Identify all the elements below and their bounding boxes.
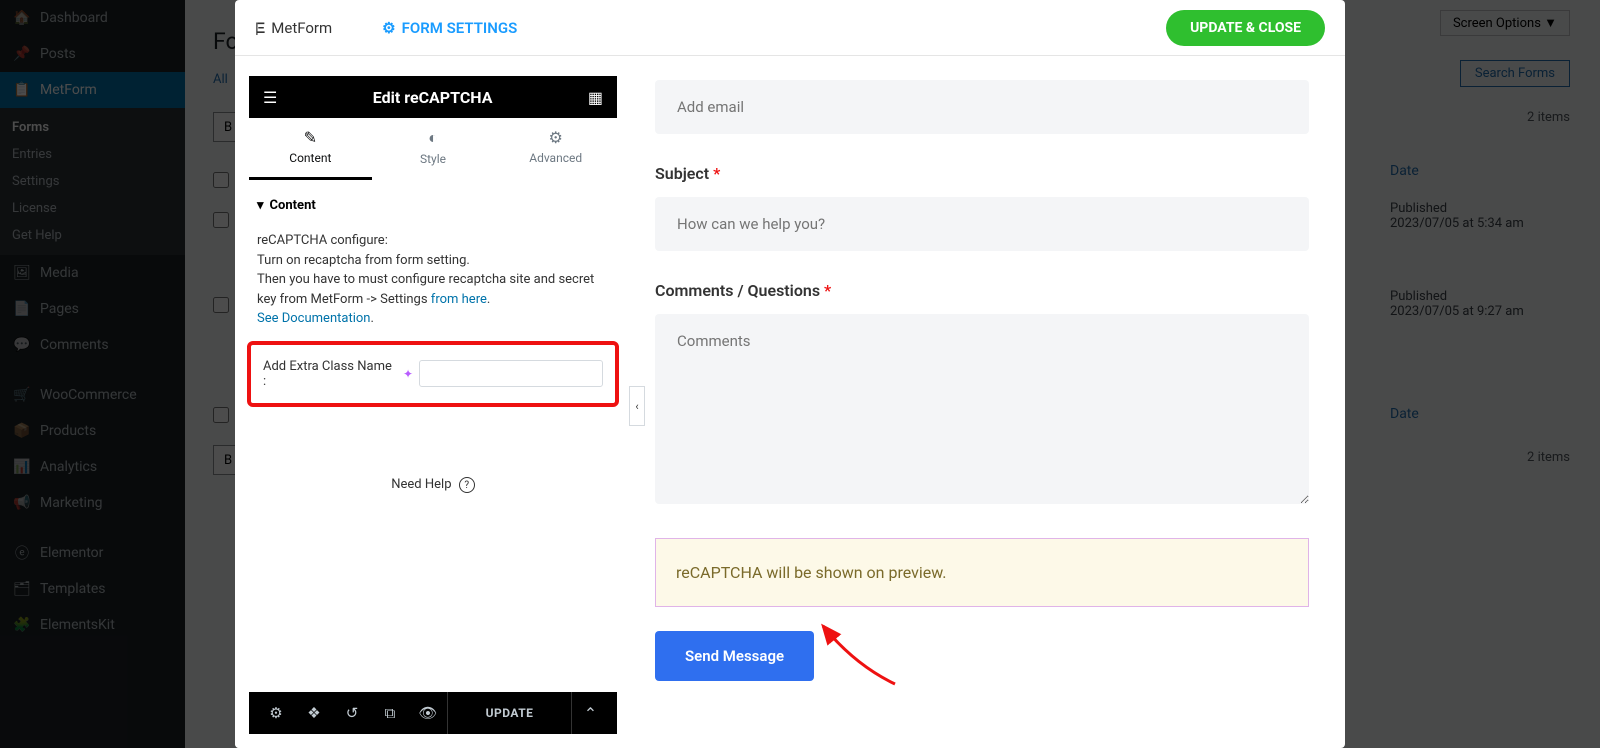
- modal-body: ☰ Edit reCAPTCHA ▦ ✎Content ◐Style ⚙Adva…: [235, 56, 1345, 748]
- tab-style[interactable]: ◐Style: [372, 118, 495, 180]
- panel-title: Edit reCAPTCHA: [373, 88, 493, 107]
- gear-icon: ⚙: [382, 19, 395, 37]
- subject-field-wrap: Subject *: [655, 164, 1309, 251]
- recaptcha-info-text: reCAPTCHA configure: Turn on recaptcha f…: [257, 231, 609, 329]
- comments-field-wrap: Comments / Questions *: [655, 281, 1309, 508]
- form-settings-link[interactable]: ⚙FORM SETTINGS: [382, 19, 517, 37]
- extra-class-field-highlight: Add Extra Class Name : ✦: [247, 341, 619, 407]
- navigator-icon[interactable]: ❖: [295, 704, 333, 722]
- elementor-logo-icon: |Ξ: [255, 19, 263, 37]
- contrast-icon: ◐: [372, 128, 495, 148]
- comments-textarea[interactable]: [655, 314, 1309, 504]
- panel-footer: ⚙ ❖ ↺ ⧉ 👁 UPDATE ⌃: [249, 692, 617, 734]
- email-input[interactable]: [655, 80, 1309, 134]
- extra-class-label: Add Extra Class Name :: [263, 359, 397, 389]
- section-content-head[interactable]: ▾Content: [257, 198, 609, 213]
- tab-content[interactable]: ✎Content: [249, 118, 372, 180]
- ai-spark-icon[interactable]: ✦: [403, 367, 413, 381]
- subject-label: Subject *: [655, 164, 1309, 183]
- panel-tabs: ✎Content ◐Style ⚙Advanced: [249, 118, 617, 180]
- caret-down-icon: ▾: [257, 198, 264, 213]
- send-message-button[interactable]: Send Message: [655, 631, 814, 681]
- from-here-link[interactable]: from here: [431, 292, 487, 307]
- history-icon[interactable]: ↺: [333, 704, 371, 722]
- email-field-wrap: [655, 80, 1309, 134]
- help-icon: ?: [459, 477, 475, 493]
- chevron-up-icon[interactable]: ⌃: [571, 692, 609, 734]
- panel-header: ☰ Edit reCAPTCHA ▦: [249, 76, 617, 118]
- comments-label: Comments / Questions *: [655, 281, 1309, 300]
- modal-header: |ΞMetForm ⚙FORM SETTINGS UPDATE & CLOSE: [235, 0, 1345, 56]
- need-help[interactable]: Need Help ?: [257, 477, 609, 494]
- see-documentation-link[interactable]: See Documentation: [257, 311, 370, 326]
- settings-icon[interactable]: ⚙: [257, 704, 295, 722]
- brand: |ΞMetForm: [255, 19, 332, 37]
- pencil-icon: ✎: [249, 128, 372, 147]
- update-close-button[interactable]: UPDATE & CLOSE: [1166, 10, 1325, 46]
- extra-class-input[interactable]: [419, 360, 603, 387]
- tab-advanced[interactable]: ⚙Advanced: [494, 118, 617, 180]
- preview-icon[interactable]: 👁: [409, 704, 447, 722]
- form-preview: Subject * Comments / Questions * reCAPTC…: [631, 56, 1345, 748]
- subject-input[interactable]: [655, 197, 1309, 251]
- panel-content: ▾Content reCAPTCHA configure: Turn on re…: [235, 180, 631, 692]
- responsive-icon[interactable]: ⧉: [371, 704, 409, 722]
- gear-icon: ⚙: [494, 128, 617, 147]
- update-button[interactable]: UPDATE: [447, 692, 571, 734]
- recaptcha-preview-notice: reCAPTCHA will be shown on preview.: [655, 538, 1309, 607]
- metform-editor-modal: |ΞMetForm ⚙FORM SETTINGS UPDATE & CLOSE …: [235, 0, 1345, 748]
- widgets-grid-icon[interactable]: ▦: [588, 88, 603, 107]
- editor-left-panel: ☰ Edit reCAPTCHA ▦ ✎Content ◐Style ⚙Adva…: [235, 56, 631, 748]
- menu-icon[interactable]: ☰: [263, 88, 277, 107]
